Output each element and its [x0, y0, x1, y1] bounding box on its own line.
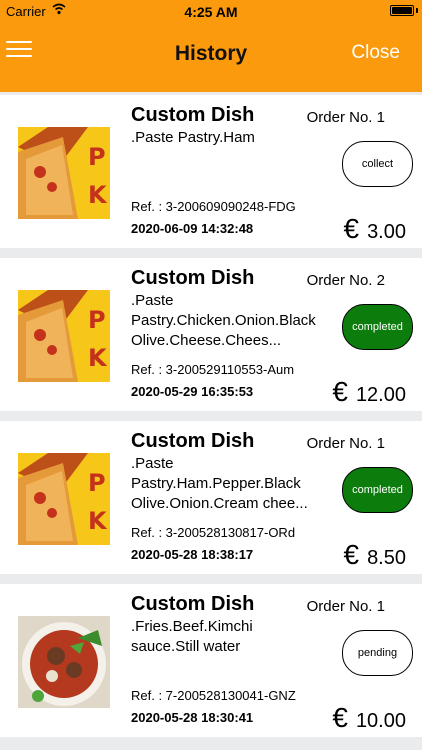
status-button[interactable]: completed	[342, 304, 413, 350]
order-date: 2020-05-28 18:30:41	[131, 710, 254, 725]
order-number: Order No. 1	[306, 435, 385, 452]
order-ref: Ref. : 3-200529110553-Aum	[131, 362, 295, 377]
order-date: 2020-05-28 18:38:17	[131, 547, 254, 562]
order-card[interactable]: P K Custom Dish Order No. 1 .Paste Pastr…	[0, 421, 422, 574]
order-number: Order No. 1	[306, 109, 385, 126]
status-button[interactable]: completed	[342, 467, 413, 513]
order-date: 2020-06-09 14:32:48	[131, 221, 254, 236]
price-value: 3.00	[367, 221, 406, 243]
currency-symbol: €	[332, 376, 348, 407]
svg-text:P: P	[88, 469, 106, 497]
order-number: Order No. 1	[306, 598, 385, 615]
currency-symbol: €	[332, 702, 348, 733]
close-button[interactable]: Close	[351, 42, 400, 64]
order-price: €8.50	[343, 539, 406, 571]
dish-image	[18, 616, 110, 708]
status-button[interactable]: pending	[342, 630, 413, 676]
price-value: 12.00	[355, 384, 406, 406]
dish-name: Custom Dish	[131, 430, 255, 452]
order-ref: Ref. : 3-200609090248-FDG	[131, 199, 296, 214]
svg-text:P: P	[88, 143, 106, 171]
svg-text:K: K	[88, 181, 108, 209]
dish-image: P K	[18, 127, 110, 219]
order-price: €3.00	[343, 213, 406, 245]
status-time: 4:25 AM	[184, 4, 238, 20]
price-value: 10.00	[355, 710, 406, 732]
order-ref: Ref. : 7-200528130041-GNZ	[131, 688, 296, 703]
order-card[interactable]: P K Custom Dish Order No. 1 .Paste Pastr…	[0, 95, 422, 248]
battery-icon	[390, 5, 414, 16]
order-date: 2020-05-29 16:35:53	[131, 384, 254, 399]
order-number: Order No. 2	[306, 272, 385, 289]
order-card[interactable]: P K Custom Dish Order No. 2 .Paste Pastr…	[0, 258, 422, 411]
dish-name: Custom Dish	[131, 593, 255, 615]
currency-symbol: €	[343, 539, 360, 570]
order-card[interactable]: Custom Dish Order No. 1 .Fries.Beef.Kimc…	[0, 584, 422, 737]
status-button[interactable]: collect	[342, 141, 413, 187]
ingredients-text: .Paste Pastry.Ham	[131, 129, 255, 146]
svg-text:K: K	[88, 344, 108, 372]
ingredients-text: .Fries.Beef.Kimchi sauce.Still water	[131, 618, 253, 655]
dish-image: P K	[18, 453, 110, 545]
svg-text:P: P	[88, 306, 106, 334]
price-value: 8.50	[367, 547, 406, 569]
dish-name: Custom Dish	[131, 267, 255, 289]
ingredients-text: .Paste Pastry.Ham.Pepper.Black Olive.Oni…	[131, 455, 308, 512]
order-ref: Ref. : 3-200528130817-ORd	[131, 525, 296, 540]
order-price: €12.00	[332, 376, 406, 408]
dish-image: P K	[18, 290, 110, 382]
order-price: €10.00	[332, 702, 406, 734]
svg-text:K: K	[88, 507, 108, 535]
battery-tip	[416, 8, 418, 13]
ingredients-text: .Paste Pastry.Chicken.Onion.Black Olive.…	[131, 292, 316, 349]
currency-symbol: €	[343, 213, 360, 244]
header-bar: Carrier 4:25 AM History Close	[0, 0, 422, 92]
status-bar: Carrier 4:25 AM	[0, 0, 422, 22]
dish-name: Custom Dish	[131, 104, 255, 126]
